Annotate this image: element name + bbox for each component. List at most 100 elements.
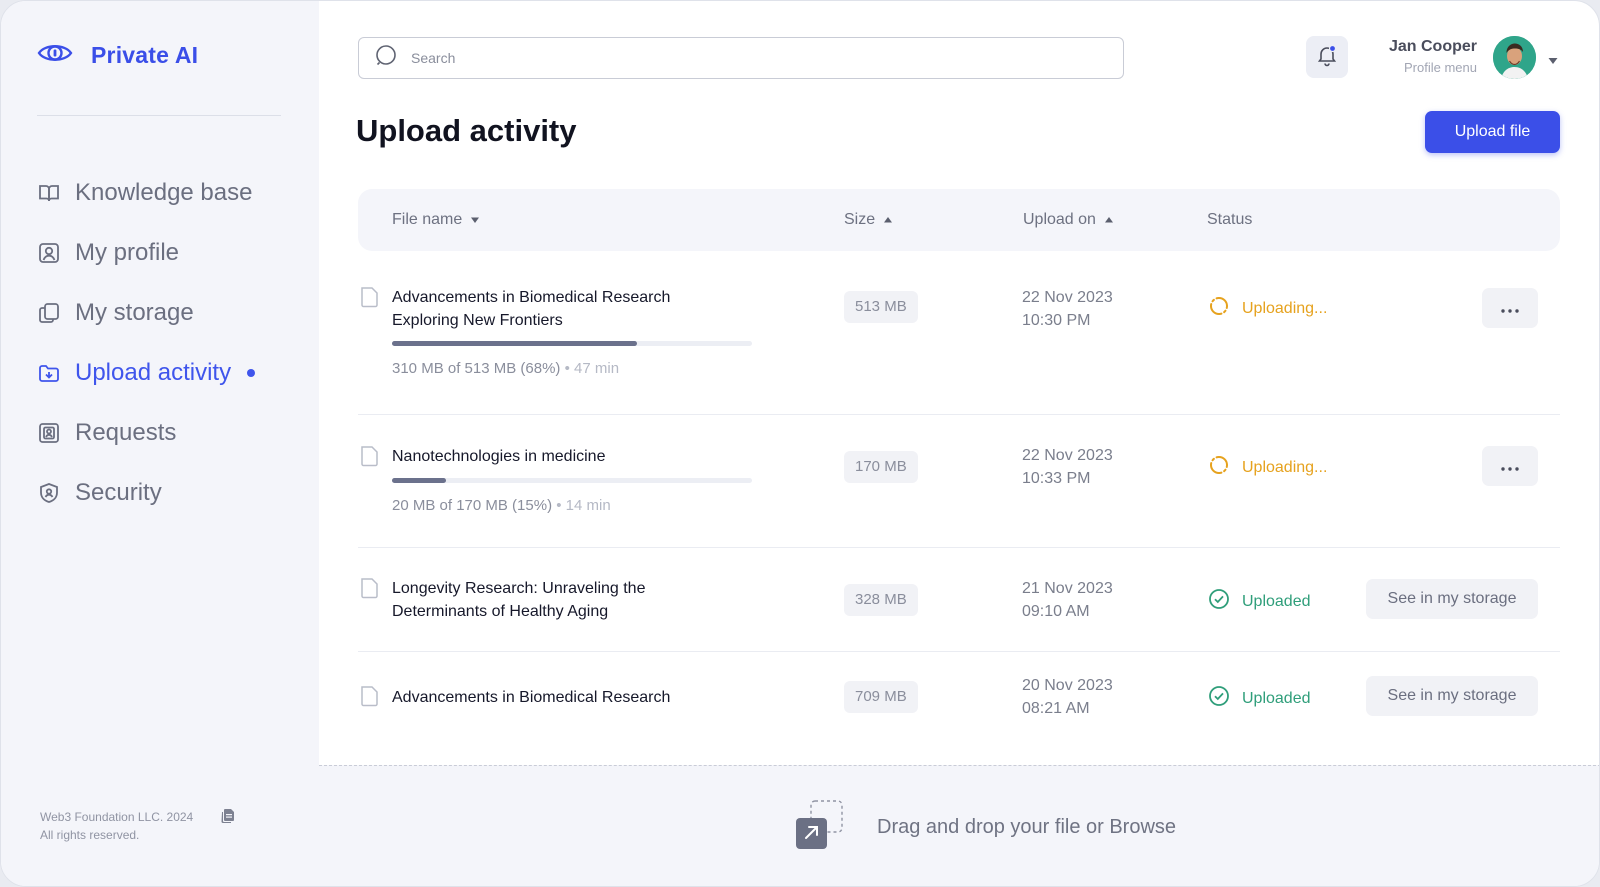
sidebar-item-label: Knowledge base (75, 179, 253, 206)
column-label: Upload on (1023, 211, 1096, 228)
avatar[interactable] (1493, 36, 1536, 79)
file-icon (358, 577, 380, 604)
file-icon (358, 286, 380, 313)
active-indicator-dot (247, 369, 256, 377)
sidebar-item-knowledge-base[interactable]: Knowledge base (37, 163, 255, 223)
column-label: File name (392, 211, 463, 228)
profile-name: Jan Cooper (1388, 38, 1477, 55)
contact-card-icon (37, 421, 61, 445)
status-uploaded: Uploaded (1208, 588, 1311, 615)
dropzone-text: Drag and drop your file or Browse (877, 816, 1177, 838)
page-title: Upload activity (356, 113, 577, 148)
more-icon (1501, 301, 1519, 316)
file-name: Advancements in Biomedical Research (392, 686, 722, 709)
bell-icon (1315, 43, 1339, 72)
status-label: Uploaded (1242, 592, 1311, 610)
file-name-line: Determinants of Healthy Aging (392, 603, 609, 620)
status-label: Uploading... (1242, 299, 1328, 317)
sort-asc-icon (883, 211, 893, 229)
sidebar-item-label: My profile (75, 239, 180, 266)
column-file-name[interactable]: File name (392, 211, 480, 229)
progress-fill (392, 478, 446, 483)
sidebar-item-requests[interactable]: Requests (37, 403, 255, 463)
document-copy-icon[interactable] (220, 808, 236, 829)
profile-menu[interactable]: Jan Cooper Profile menu (1369, 36, 1599, 82)
column-upload-on[interactable]: Upload on (1023, 211, 1114, 229)
more-options-button[interactable] (1482, 446, 1538, 486)
more-options-button[interactable] (1482, 288, 1538, 328)
upload-file-button[interactable]: Upload file (1425, 111, 1560, 153)
upload-date-day: 20 Nov 2023 (1022, 677, 1113, 694)
sort-asc-icon (1104, 211, 1114, 229)
column-size[interactable]: Size (844, 211, 893, 229)
file-size-badge: 328 MB (844, 584, 918, 616)
progress-fill (392, 341, 637, 346)
main-content: Jan Cooper Profile menu Upload activity … (319, 1, 1599, 886)
see-in-storage-button[interactable]: See in my storage (1366, 676, 1538, 716)
file-icon (358, 685, 380, 712)
sidebar-item-label: Upload activity (75, 359, 232, 386)
chevron-down-icon[interactable] (1547, 53, 1559, 71)
search-bar[interactable] (358, 37, 1124, 79)
check-circle-icon (1208, 685, 1230, 712)
status-uploading: Uploading... (1208, 295, 1327, 322)
file-size-badge: 170 MB (844, 451, 918, 483)
progress-text: 20 MB of 170 MB (15%) • 14 min (392, 497, 611, 514)
file-name: Nanotechnologies in medicine (392, 445, 722, 468)
profile-subtitle: Profile menu (1404, 60, 1477, 75)
status-uploading: Uploading... (1208, 454, 1327, 481)
progress-amount: 20 MB of 170 MB (15%) (392, 497, 553, 514)
status-label: Uploaded (1242, 689, 1311, 707)
file-size-badge: 513 MB (844, 291, 918, 323)
file-name-line: Advancements in Biomedical Research (392, 289, 671, 306)
row-divider (358, 651, 1560, 652)
brand-name: Private AI (91, 42, 199, 68)
file-name-line: Longevity Research: Unraveling the (392, 580, 646, 597)
column-status[interactable]: Status (1207, 211, 1252, 229)
notifications-button[interactable] (1306, 36, 1348, 78)
upload-date: 22 Nov 2023 10:30 PM (1022, 286, 1113, 332)
progress-bar (392, 478, 752, 483)
upload-date: 21 Nov 2023 09:10 AM (1022, 577, 1113, 623)
file-dropzone[interactable]: Drag and drop your file or Browse (319, 765, 1599, 886)
status-uploaded: Uploaded (1208, 685, 1311, 712)
sidebar-item-label: Security (75, 479, 162, 506)
upload-date-time: 08:21 AM (1022, 700, 1090, 717)
sidebar-nav: Knowledge base My profile My storage Upl… (37, 163, 256, 523)
upload-date-day: 22 Nov 2023 (1022, 447, 1113, 464)
file-name-line: Advancements in Biomedical Research (392, 689, 671, 706)
table-header: File name Size Upload on Status (358, 189, 1560, 251)
progress-text: 310 MB of 513 MB (68%) • 47 min (392, 360, 619, 377)
upload-date: 22 Nov 2023 10:33 PM (1022, 444, 1113, 490)
row-divider (358, 414, 1560, 415)
drag-drop-icon (794, 800, 844, 855)
user-square-icon (37, 241, 61, 265)
more-icon (1501, 459, 1519, 474)
brand-logo[interactable]: Private AI (37, 41, 198, 70)
sidebar-item-label: Requests (75, 419, 177, 446)
book-icon (37, 181, 61, 205)
sidebar-item-upload-activity[interactable]: Upload activity (37, 343, 256, 403)
progress-eta: • 47 min (564, 360, 620, 377)
column-label: Status (1207, 211, 1253, 228)
sidebar-divider (37, 115, 281, 116)
sidebar-item-my-storage[interactable]: My storage (37, 283, 255, 343)
spinner-icon (1208, 454, 1230, 481)
sidebar-item-my-profile[interactable]: My profile (37, 223, 255, 283)
upload-date-time: 10:33 PM (1022, 470, 1091, 487)
check-circle-icon (1208, 588, 1230, 615)
file-name-line: Nanotechnologies in medicine (392, 448, 606, 465)
spinner-icon (1208, 295, 1230, 322)
column-label: Size (844, 211, 876, 228)
upload-date-time: 10:30 PM (1022, 312, 1091, 329)
sidebar-item-security[interactable]: Security (37, 463, 255, 523)
upload-date-time: 09:10 AM (1022, 603, 1090, 620)
file-name: Longevity Research: Unraveling the Deter… (392, 577, 722, 623)
see-in-storage-button[interactable]: See in my storage (1366, 579, 1538, 619)
footer-rights: All rights reserved. (40, 828, 140, 842)
file-size-badge: 709 MB (844, 681, 918, 713)
sidebar-footer: Web3 Foundation LLC. 2024 All rights res… (40, 808, 193, 844)
eye-icon (37, 41, 73, 70)
search-input[interactable] (411, 50, 1091, 66)
upload-date-day: 22 Nov 2023 (1022, 289, 1113, 306)
